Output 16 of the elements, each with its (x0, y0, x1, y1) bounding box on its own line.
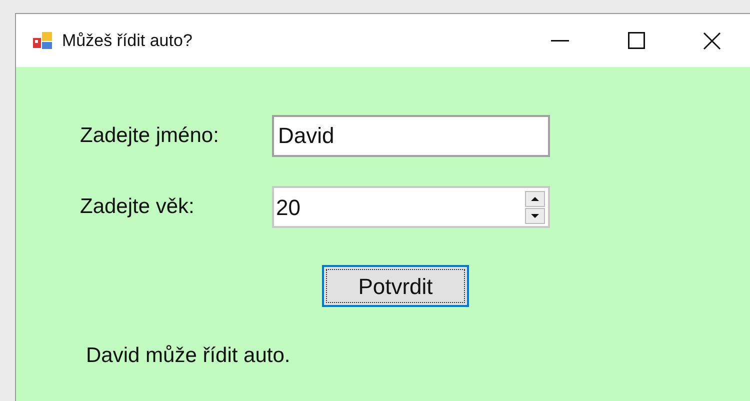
minimize-icon (551, 40, 569, 42)
close-icon (703, 32, 721, 50)
age-input[interactable]: 20 (276, 190, 525, 224)
confirm-button[interactable]: Potvrdit (322, 265, 469, 307)
spin-up-button[interactable] (525, 190, 545, 206)
maximize-icon (628, 32, 644, 49)
field-label: Zadejte jméno: (80, 123, 220, 150)
field-label: Zadejte věk: (80, 194, 196, 220)
age-spinner[interactable]: 20 (272, 186, 550, 228)
result-text: David může řídit auto. (86, 343, 292, 369)
up-arrow-icon (531, 196, 539, 200)
name-field[interactable]: David (272, 115, 550, 157)
down-arrow-icon (531, 214, 539, 218)
window-title: Můžeš řídit auto? (62, 30, 192, 52)
app-icon (32, 30, 54, 52)
spin-down-button[interactable] (525, 208, 545, 224)
